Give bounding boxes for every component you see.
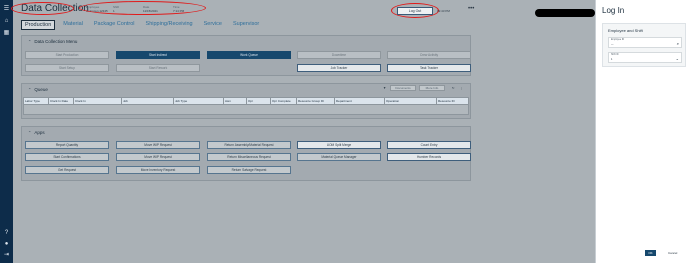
tab-production[interactable]: Production	[21, 20, 56, 30]
chevron-down-icon[interactable]: ⌄	[676, 56, 679, 61]
ok-button[interactable]: OK	[645, 250, 656, 256]
tab-service[interactable]: Service	[201, 20, 225, 30]
col-job-type[interactable]: Job Type	[174, 98, 224, 104]
header-datetime: 09:43 PM	[437, 9, 450, 13]
crew-activity-button[interactable]: Crew Activity	[387, 51, 471, 59]
login-panel: Log In Employee and Shift Employee ID — …	[595, 0, 690, 263]
shift-id-field[interactable]: Shift ID 1 ⌄	[608, 52, 682, 63]
documents-button[interactable]: Documents	[390, 85, 416, 91]
main-tabs: Production Material Package Control Ship…	[21, 20, 262, 30]
menu-icon[interactable]: ☰	[3, 6, 10, 12]
start-production-button[interactable]: Start Production	[25, 51, 109, 59]
help-icon[interactable]: ?	[3, 230, 10, 236]
grid-icon[interactable]: ▦	[3, 30, 10, 36]
logout-icon[interactable]: ⇥	[3, 252, 10, 258]
employee-shift-card: Employee and Shift Employee ID — ⌕ Shift…	[602, 23, 686, 67]
login-panel-title: Log In	[602, 6, 625, 15]
app-count-entry-button[interactable]: Count Entry	[387, 141, 471, 149]
downtime-button[interactable]: Downtime	[297, 51, 381, 59]
user-icon[interactable]: ●	[3, 241, 10, 247]
queue-table-header: Labor Type Clock In Date Clock In Job Jo…	[23, 97, 469, 105]
work-queue-button[interactable]: Work Queue	[207, 51, 291, 59]
refresh-icon[interactable]: ↻	[452, 86, 455, 90]
logout-button[interactable]: Log Out	[397, 7, 433, 15]
queue-table-body	[23, 105, 469, 115]
col-operation[interactable]: Operation	[385, 98, 437, 104]
tab-material[interactable]: Material	[60, 20, 86, 30]
start-setup-button[interactable]: Start Setup	[25, 64, 109, 72]
left-nav-rail: ☰ ⌂ ▦ ? ● ⇥	[0, 0, 13, 263]
app-move-wip-request-2-button[interactable]: Move WIP Request	[116, 153, 200, 161]
chevron-up-icon[interactable]: ⌃	[28, 39, 31, 44]
app-start-confirmations-button[interactable]: Start Confirmations	[25, 153, 109, 161]
section-title: Apps	[34, 130, 45, 135]
annotation-circle-header-info	[79, 1, 206, 15]
job-tracker-button[interactable]: Job Tracker	[297, 64, 381, 72]
col-opr-complete[interactable]: Opr Complete	[271, 98, 297, 104]
main-area: Data Collection Employee Unknown 12345 Sh…	[11, 0, 595, 263]
search-icon[interactable]: ⌕	[677, 41, 679, 46]
section-title: Queue	[34, 87, 48, 92]
card-title: Employee and Shift	[608, 28, 643, 33]
app-move-inventory-request-button[interactable]: Move Inventory Request	[116, 166, 200, 174]
col-clock-in-date[interactable]: Clock In Date	[49, 98, 74, 104]
col-opr[interactable]: Opr	[247, 98, 271, 104]
tab-package-control[interactable]: Package Control	[91, 20, 138, 30]
redaction-blob	[535, 9, 595, 17]
app-report-quantity-button[interactable]: Report Quantity	[25, 141, 109, 149]
chevron-up-icon[interactable]: ⌃	[28, 130, 31, 135]
col-resource-id[interactable]: Resource ID	[437, 98, 468, 104]
chevron-up-icon[interactable]: ⌃	[28, 87, 31, 92]
col-clock-in[interactable]: Clock In	[74, 98, 122, 104]
tab-shipping-receiving[interactable]: Shipping/Receiving	[143, 20, 196, 30]
col-resource-group-id[interactable]: Resource Group ID	[297, 98, 335, 104]
tab-supervisor[interactable]: Supervisor	[230, 20, 262, 30]
col-job[interactable]: Job	[122, 98, 174, 104]
app-uom-split-merge-button[interactable]: UOM Split Merge	[297, 141, 381, 149]
col-department[interactable]: Department	[335, 98, 385, 104]
col-labor-type[interactable]: Labor Type	[24, 98, 49, 104]
more-options-icon[interactable]: •••	[468, 6, 474, 12]
app-return-salvage-request-button[interactable]: Return Salvage Request	[207, 166, 291, 174]
app-return-assembly-material-button[interactable]: Return Assembly/Material Request	[207, 141, 291, 149]
app-move-wip-request-button[interactable]: Move WIP Request	[116, 141, 200, 149]
section-title: Data Collection Menu	[34, 39, 78, 44]
app-return-misc-request-button[interactable]: Return Miscellaneous Request	[207, 153, 291, 161]
start-rework-button[interactable]: Start Rework	[116, 64, 200, 72]
more-vert-icon[interactable]: ⋮	[460, 86, 463, 90]
home-icon[interactable]: ⌂	[3, 18, 10, 24]
app-humber-records-button[interactable]: Humber Records	[387, 153, 471, 161]
more-info-button[interactable]: More Info	[419, 85, 445, 91]
employee-id-field[interactable]: Employee ID — ⌕	[608, 37, 682, 48]
start-indirect-button[interactable]: Start Indirect	[116, 51, 200, 59]
app-get-request-button[interactable]: Get Request	[25, 166, 109, 174]
annotation-circle-title	[11, 2, 74, 15]
col-asm[interactable]: Asm	[224, 98, 247, 104]
filter-icon[interactable]: ▼	[383, 86, 386, 90]
cancel-button[interactable]: Cancel	[668, 250, 677, 256]
app-material-queue-manager-button[interactable]: Material Queue Manager	[297, 153, 381, 161]
task-tracker-button[interactable]: Task Tracker	[387, 64, 471, 72]
